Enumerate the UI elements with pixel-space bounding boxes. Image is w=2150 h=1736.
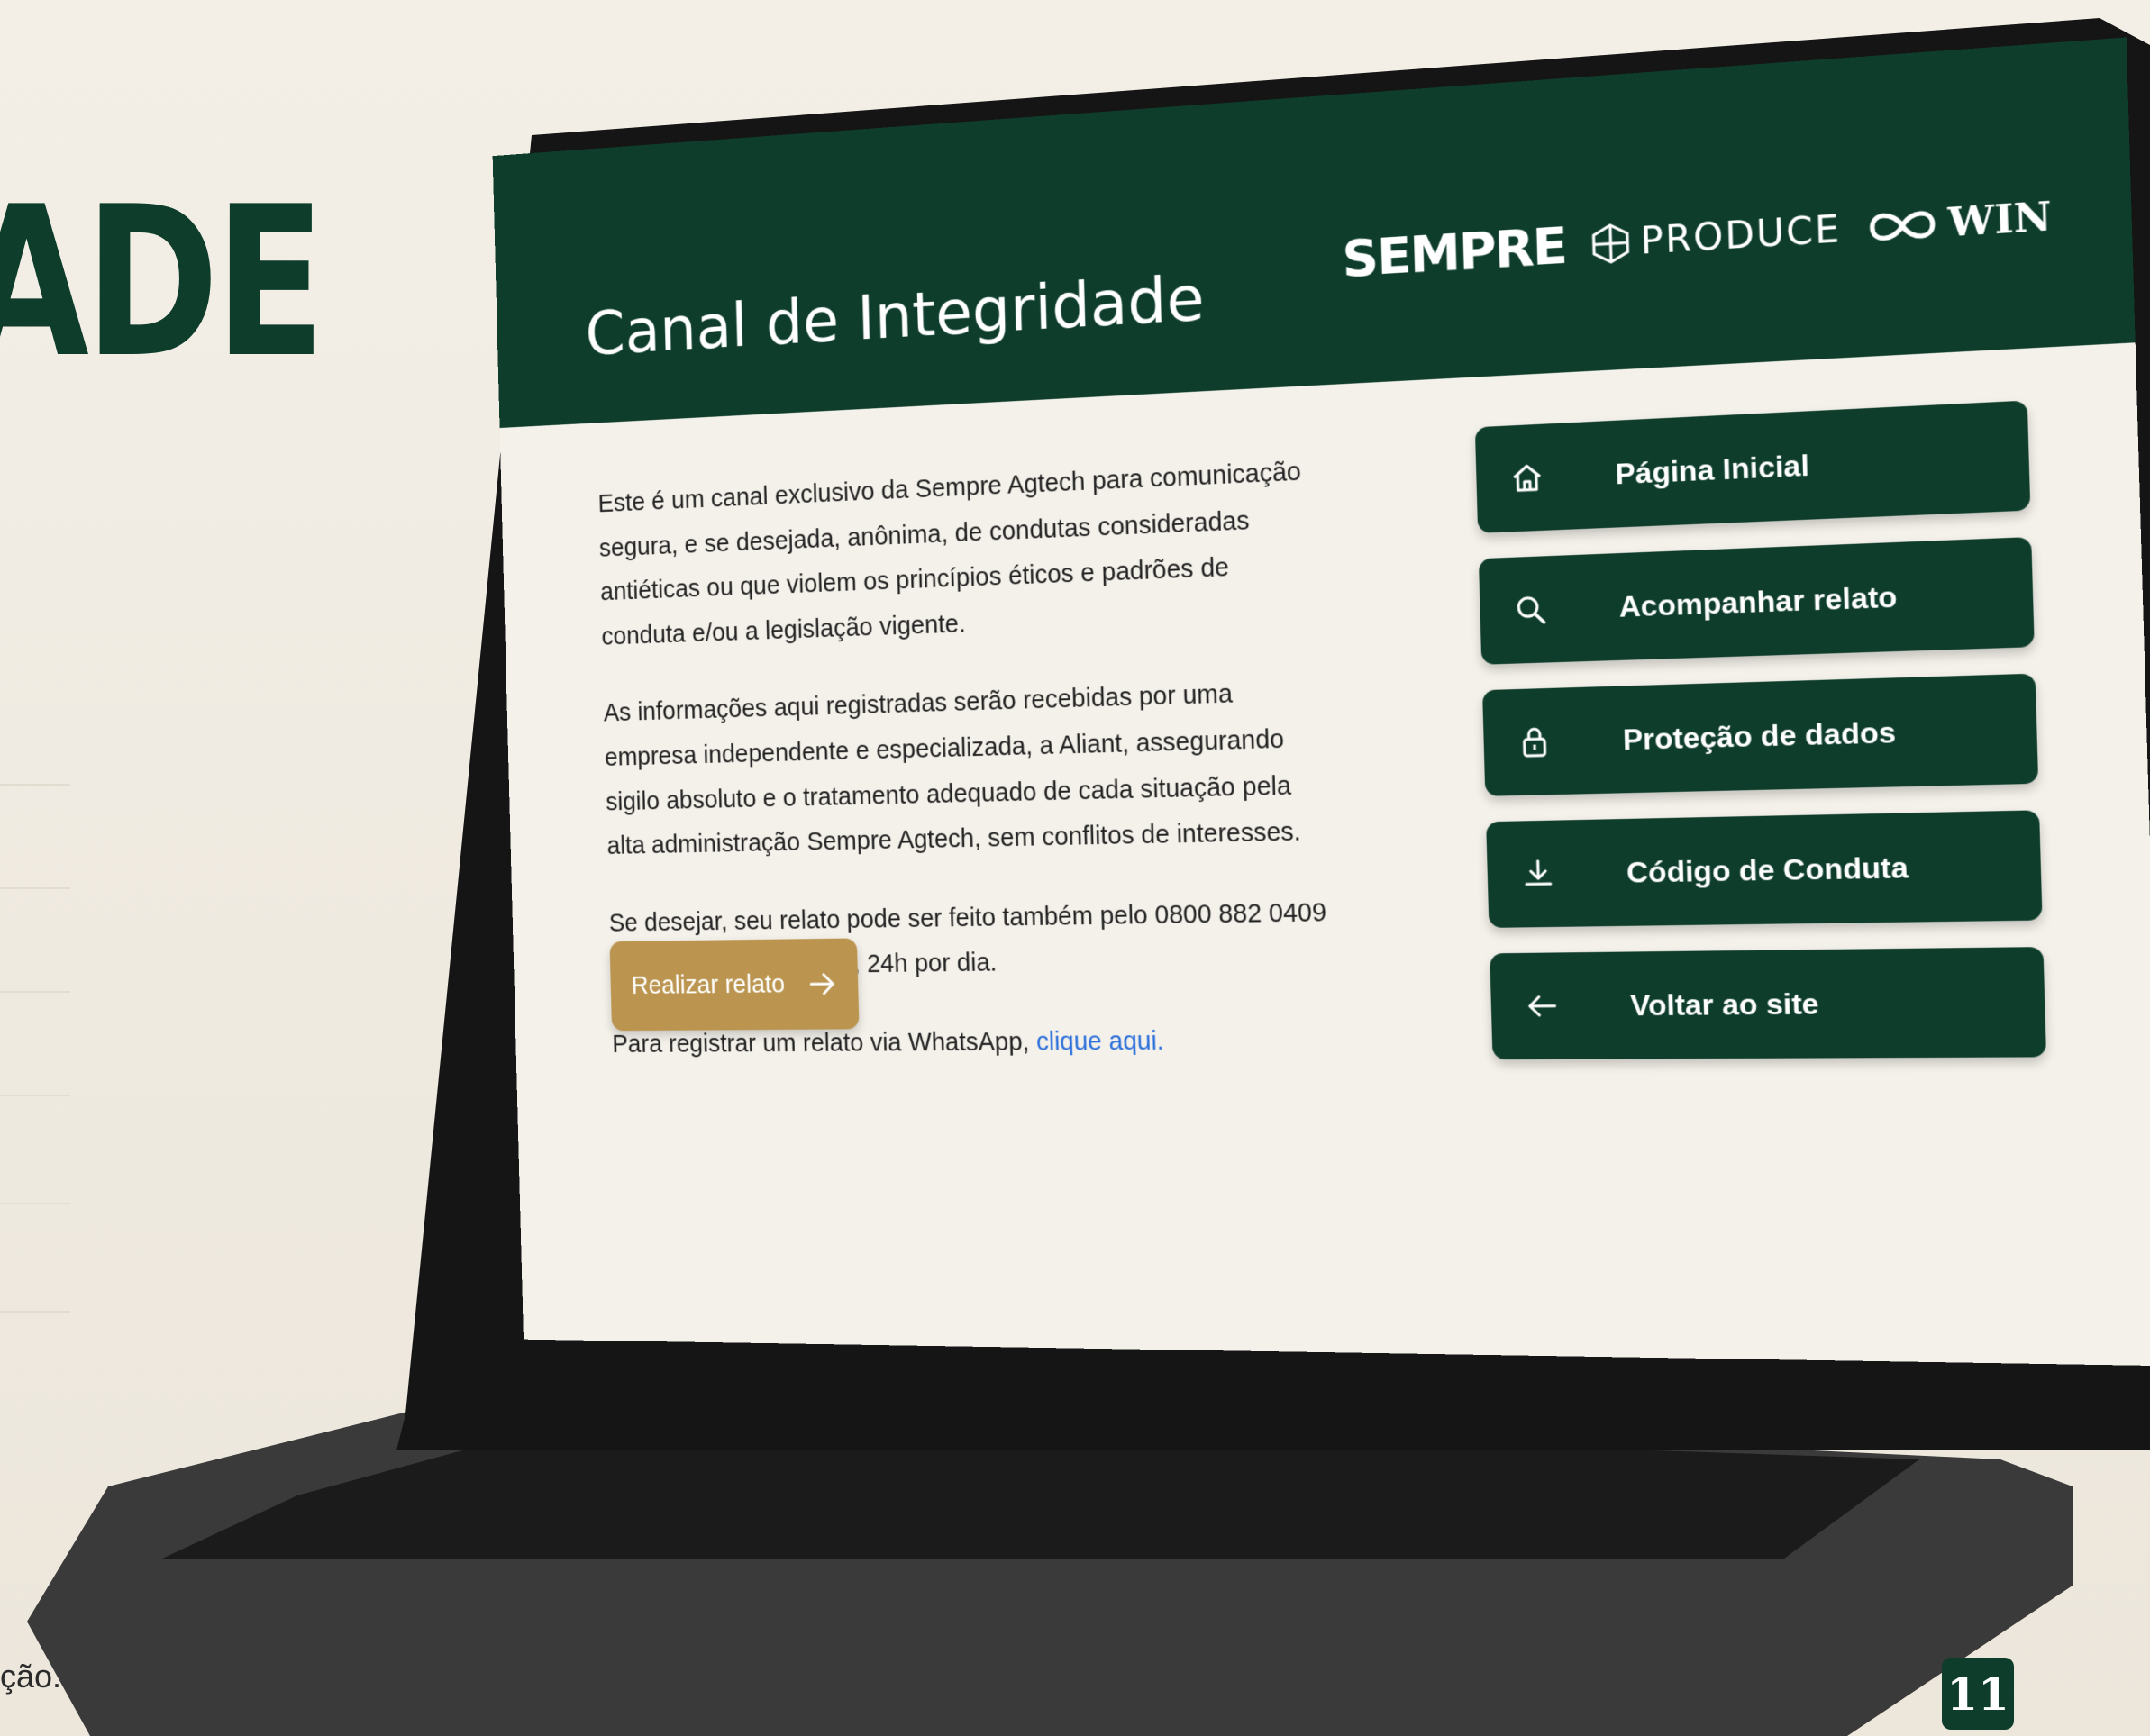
whatsapp-link[interactable]: clique aqui.	[1036, 1027, 1164, 1056]
back-to-site-button-label: Voltar ao site	[1629, 986, 1820, 1022]
win-mark-icon	[1865, 203, 1938, 249]
home-button[interactable]: Página Inicial	[1474, 400, 2031, 533]
partner-logos: SEMPRE PRODUCE WIN	[1341, 186, 2053, 289]
divider-line	[0, 784, 70, 786]
home-button-label: Página Inicial	[1615, 448, 1810, 491]
sempre-logo: SEMPRE	[1341, 215, 1567, 289]
nav-menu: Página Inicial Acompanhar relato Proteçã…	[1474, 400, 2047, 1086]
divider-line	[0, 1311, 70, 1313]
whatsapp-text: Para registrar um relato via WhatsApp,	[612, 1028, 1037, 1059]
download-icon	[1487, 856, 1590, 893]
back-to-site-button[interactable]: Voltar ao site	[1490, 947, 2047, 1060]
home-icon	[1476, 459, 1579, 498]
data-protection-button[interactable]: Proteção de dados	[1482, 673, 2039, 796]
search-icon	[1480, 591, 1582, 630]
page-number-badge: 11	[1942, 1658, 2014, 1730]
report-button-label: Realizar relato	[631, 969, 786, 1000]
divider-line	[0, 887, 70, 889]
divider-line	[0, 1203, 70, 1204]
site-title: Canal de Integridade	[584, 261, 1206, 370]
win-logo-text: WIN	[1947, 193, 2053, 246]
intro-paragraph: As informações aqui registradas serão re…	[603, 680, 1302, 860]
intro-paragraph: Este é um canal exclusivo da Sempre Agte…	[597, 457, 1302, 651]
win-logo: WIN	[1865, 193, 2053, 250]
lock-icon	[1483, 723, 1586, 761]
track-report-button-label: Acompanhar relato	[1618, 579, 1898, 623]
produce-logo: PRODUCE	[1590, 207, 1842, 265]
code-of-conduct-button-label: Código de Conduta	[1626, 850, 1909, 889]
data-protection-button-label: Proteção de dados	[1622, 714, 1897, 756]
divider-line	[0, 991, 70, 993]
code-of-conduct-button[interactable]: Código de Conduta	[1486, 810, 2043, 928]
arrow-left-icon	[1490, 988, 1593, 1024]
produce-mark-icon	[1590, 222, 1632, 265]
track-report-button[interactable]: Acompanhar relato	[1478, 537, 2035, 665]
laptop-screen: Canal de Integridade SEMPRE PRODUCE WIN …	[492, 37, 2150, 1367]
arrow-right-icon	[808, 969, 837, 999]
produce-logo-text: PRODUCE	[1640, 207, 1842, 263]
site-header: Canal de Integridade SEMPRE PRODUCE WIN	[492, 37, 2136, 429]
divider-line	[0, 1095, 70, 1096]
report-button[interactable]: Realizar relato	[609, 938, 860, 1032]
slide-title-fragment: ADE	[0, 163, 325, 404]
